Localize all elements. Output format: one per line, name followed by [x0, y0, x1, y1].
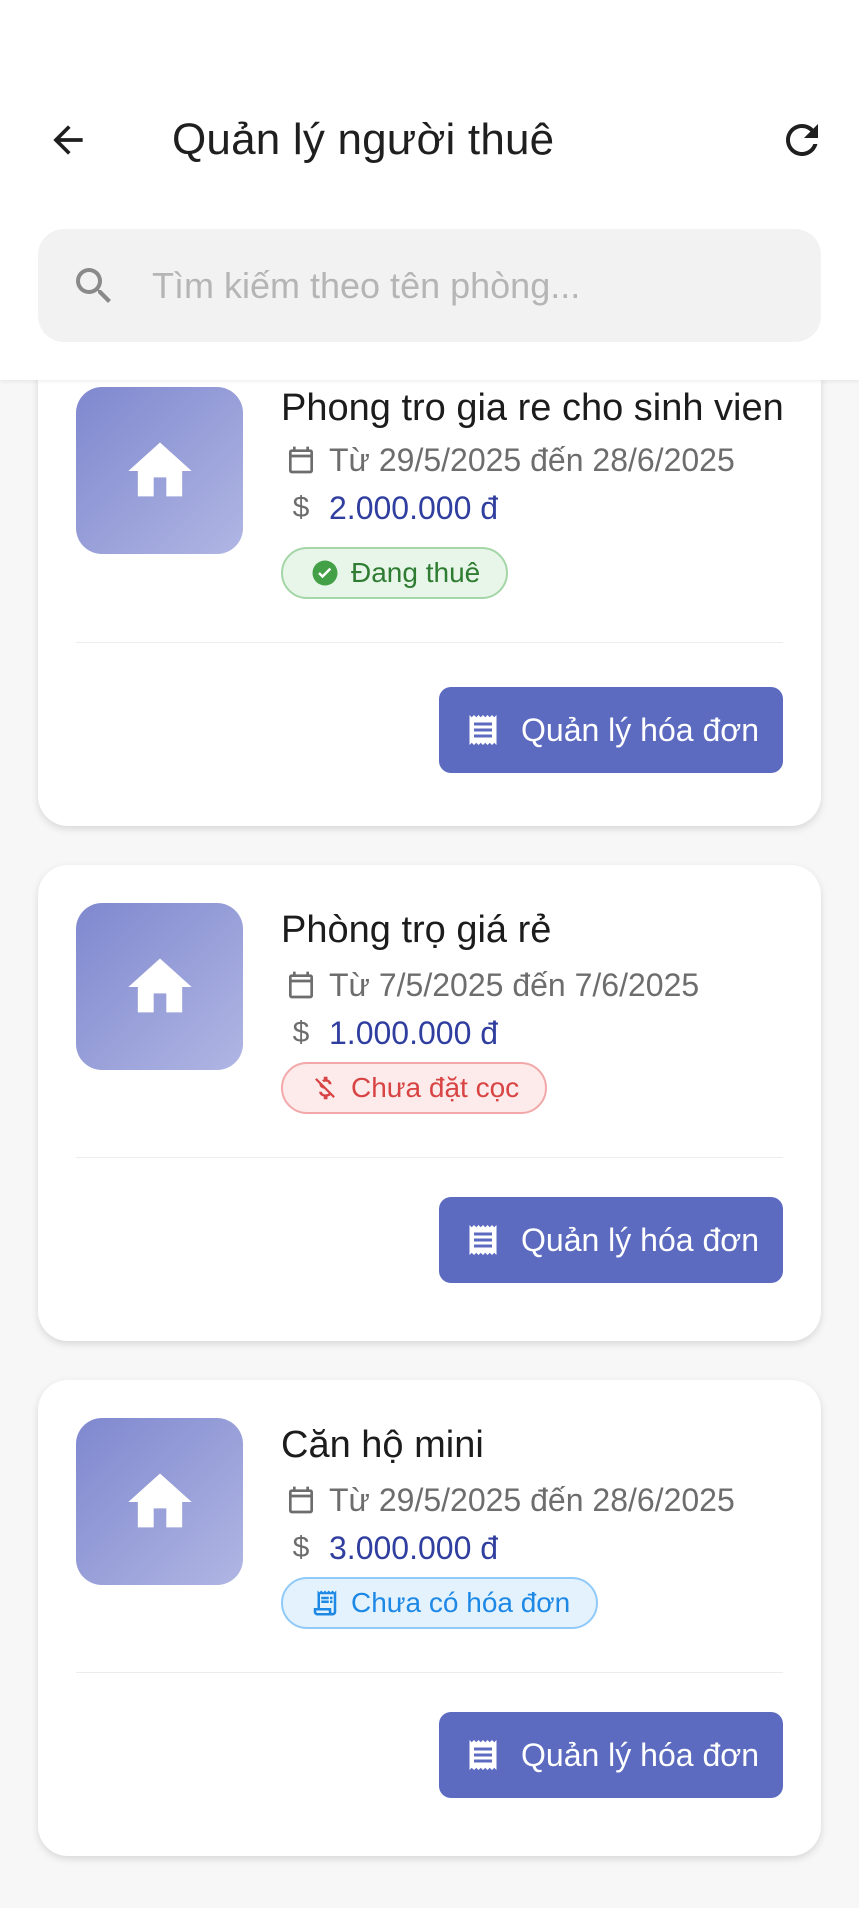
price-row: $ 1.000.000 đ	[281, 1013, 498, 1053]
price: 2.000.000 đ	[329, 489, 499, 526]
room-name: Phong tro gia re cho sinh vien	[281, 387, 784, 429]
room-thumbnail	[76, 903, 243, 1070]
calendar-icon	[281, 1480, 321, 1520]
room-card[interactable]: Phong tro gia re cho sinh vien Từ 29/5/2…	[38, 350, 821, 826]
room-name: Phòng trọ giá rẻ	[281, 909, 552, 951]
room-thumbnail	[76, 1418, 243, 1585]
calendar-icon	[281, 965, 321, 1005]
status-badge: Chưa có hóa đơn	[281, 1577, 599, 1629]
dollar-icon: $	[292, 1016, 310, 1049]
divider	[76, 1672, 783, 1673]
manage-invoice-button[interactable]: Quản lý hóa đơn	[439, 1197, 783, 1283]
home-icon	[127, 1473, 192, 1527]
room-name: Căn hộ mini	[281, 1424, 484, 1466]
refresh-button[interactable]	[774, 112, 830, 168]
date-range-row: Từ 7/5/2025 đến 7/6/2025	[281, 965, 699, 1005]
money-off-icon	[309, 1072, 341, 1104]
room-card[interactable]: Phòng trọ giá rẻ Từ 7/5/2025 đến 7/6/202…	[38, 865, 821, 1341]
arrow-left-icon	[53, 125, 83, 155]
dollar-icon: $	[292, 1531, 310, 1564]
receipt-icon	[463, 1735, 503, 1775]
receipt-icon	[463, 1220, 503, 1260]
status-badge: Chưa đặt cọc	[281, 1062, 548, 1114]
price: 1.000.000 đ	[329, 1014, 499, 1051]
page-title: Quản lý người thuê	[172, 115, 555, 164]
home-icon	[127, 958, 192, 1012]
manage-invoice-button[interactable]: Quản lý hóa đơn	[439, 687, 783, 773]
date-range: Từ 7/5/2025 đến 7/6/2025	[329, 966, 700, 1003]
divider	[76, 1157, 783, 1158]
status-badge: Đang thuê	[281, 547, 509, 599]
home-icon	[127, 442, 192, 496]
price: 3.000.000 đ	[329, 1529, 499, 1566]
price-row: $ 3.000.000 đ	[281, 1528, 498, 1568]
date-range: Từ 29/5/2025 đến 28/6/2025	[329, 441, 735, 478]
search-icon	[70, 262, 118, 310]
date-range-row: Từ 29/5/2025 đến 28/6/2025	[281, 440, 735, 480]
refresh-icon	[786, 124, 818, 156]
room-thumbnail	[76, 387, 243, 554]
receipt-long-icon	[309, 1587, 341, 1619]
check-circle-icon	[309, 557, 341, 589]
dollar-icon: $	[292, 491, 310, 524]
date-range: Từ 29/5/2025 đến 28/6/2025	[329, 1481, 735, 1518]
room-card[interactable]: Căn hộ mini Từ 29/5/2025 đến 28/6/2025 $…	[38, 1380, 821, 1856]
search-bar[interactable]	[38, 229, 821, 342]
back-button[interactable]	[40, 112, 96, 168]
date-range-row: Từ 29/5/2025 đến 28/6/2025	[281, 1480, 735, 1520]
divider	[76, 642, 783, 643]
app-header: Quản lý người thuê	[0, 0, 859, 380]
manage-invoice-button[interactable]: Quản lý hóa đơn	[439, 1712, 783, 1798]
price-row: $ 2.000.000 đ	[281, 488, 498, 528]
receipt-icon	[463, 710, 503, 750]
search-input[interactable]	[150, 263, 794, 308]
calendar-icon	[281, 440, 321, 480]
